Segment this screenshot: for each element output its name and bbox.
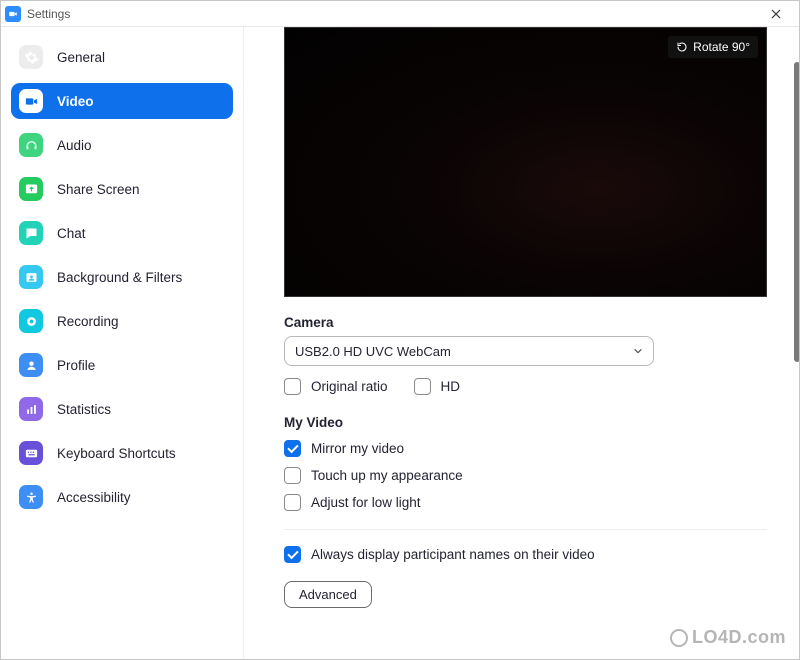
checkbox-box [284,494,301,511]
sidebar-item-general[interactable]: General [11,39,233,75]
original-ratio-checkbox[interactable]: Original ratio [284,378,388,395]
touch-up-appearance-checkbox[interactable]: Touch up my appearance [284,467,779,484]
my-video-header: My Video [284,415,779,430]
keyboard-icon [19,441,43,465]
checkbox-box [284,467,301,484]
sidebar-item-label: Keyboard Shortcuts [57,446,176,461]
sidebar-item-recording[interactable]: Recording [11,303,233,339]
sidebar-item-label: Share Screen [57,182,140,197]
globe-icon [670,629,688,647]
sidebar-item-label: Audio [57,138,92,153]
checkbox-box [414,378,431,395]
sidebar-item-label: Video [57,94,94,109]
sidebar-item-accessibility[interactable]: Accessibility [11,479,233,515]
checkbox-label: HD [441,379,461,394]
sidebar-item-label: General [57,50,105,65]
video-preview: Rotate 90° [284,27,767,297]
chat-icon [19,221,43,245]
accessibility-icon [19,485,43,509]
hd-checkbox[interactable]: HD [414,378,461,395]
settings-window: Settings General Video [0,0,800,660]
content-scrollbar[interactable] [786,27,799,659]
statistics-icon [19,397,43,421]
profile-icon [19,353,43,377]
sidebar-item-label: Accessibility [57,490,131,505]
mirror-my-video-checkbox[interactable]: Mirror my video [284,440,779,457]
window-title: Settings [27,7,70,21]
checkbox-label: Original ratio [311,379,388,394]
zoom-app-icon [5,6,21,22]
sidebar-item-keyboard-shortcuts[interactable]: Keyboard Shortcuts [11,435,233,471]
checkbox-box [284,546,301,563]
sidebar-item-audio[interactable]: Audio [11,127,233,163]
video-icon [19,89,43,113]
sidebar-item-background-filters[interactable]: Background & Filters [11,259,233,295]
close-button[interactable] [759,2,793,26]
rotate-icon [676,41,688,53]
divider [284,529,767,530]
checkbox-label: Always display participant names on thei… [311,547,595,562]
sidebar-item-label: Background & Filters [57,270,182,285]
watermark: LO4D.com [670,627,786,648]
gear-icon [19,45,43,69]
rotate-90-button[interactable]: Rotate 90° [668,36,758,58]
sidebar-item-profile[interactable]: Profile [11,347,233,383]
sidebar-item-label: Chat [57,226,86,241]
sidebar-item-share-screen[interactable]: Share Screen [11,171,233,207]
sidebar-item-label: Statistics [57,402,111,417]
sidebar-item-statistics[interactable]: Statistics [11,391,233,427]
share-screen-icon [19,177,43,201]
camera-header: Camera [284,315,779,330]
background-filters-icon [19,265,43,289]
checkbox-box [284,440,301,457]
checkbox-box [284,378,301,395]
sidebar-item-video[interactable]: Video [11,83,233,119]
chevron-down-icon [633,346,643,356]
content-panel: Rotate 90° Camera USB2.0 HD UVC WebCam O… [244,27,799,659]
scroll-thumb[interactable] [794,62,799,362]
sidebar-item-label: Profile [57,358,95,373]
camera-select[interactable]: USB2.0 HD UVC WebCam [284,336,654,366]
sidebar-item-chat[interactable]: Chat [11,215,233,251]
checkbox-label: Touch up my appearance [311,468,463,483]
always-display-names-checkbox[interactable]: Always display participant names on thei… [284,546,779,563]
headphones-icon [19,133,43,157]
sidebar: General Video Audio Share Screen [1,27,244,659]
checkbox-label: Adjust for low light [311,495,421,510]
sidebar-item-label: Recording [57,314,119,329]
camera-select-value: USB2.0 HD UVC WebCam [295,344,451,359]
checkbox-label: Mirror my video [311,441,404,456]
advanced-button[interactable]: Advanced [284,581,372,608]
recording-icon [19,309,43,333]
titlebar: Settings [1,1,799,27]
rotate-label: Rotate 90° [693,40,750,54]
adjust-low-light-checkbox[interactable]: Adjust for low light [284,494,779,511]
